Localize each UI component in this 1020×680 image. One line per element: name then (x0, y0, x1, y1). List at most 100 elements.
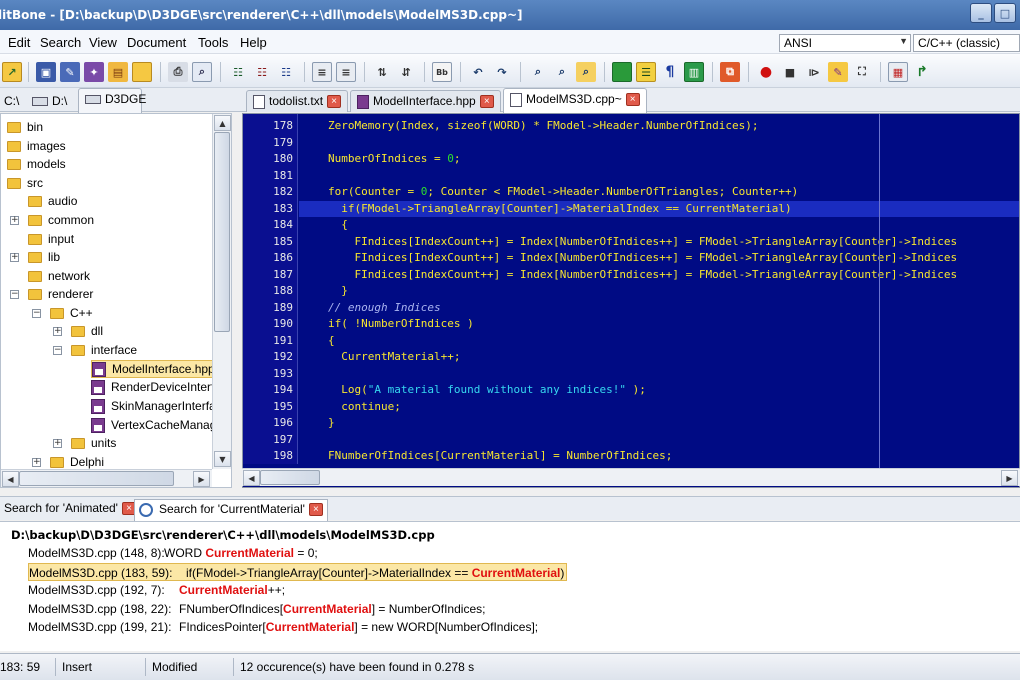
drive-tab-d[interactable]: D:\ (28, 91, 71, 112)
stop-macro-icon[interactable]: ■ (780, 62, 800, 82)
tree-item[interactable]: units (71, 434, 116, 452)
collapse-icon[interactable]: − (53, 346, 62, 355)
expand-icon[interactable]: + (32, 458, 41, 467)
play-macro-icon[interactable]: ⧐ (804, 62, 824, 82)
redo-icon[interactable]: ↷ (492, 62, 512, 82)
result-row-selected[interactable]: ModelMS3D.cpp (183, 59): if(FModel->Trian… (28, 562, 568, 581)
menu-document[interactable]: Document (127, 35, 186, 50)
block-comment-icon[interactable]: ☷ (276, 62, 296, 82)
drive-tab-c[interactable]: C:\ (0, 91, 23, 112)
line-numbers-icon[interactable]: ☰ (636, 62, 656, 82)
result-row[interactable]: ModelMS3D.cpp (199, 21): FIndicesPointer[… (28, 618, 538, 636)
result-row[interactable]: ModelMS3D.cpp (198, 22): FNumberOfIndices… (28, 600, 485, 618)
find-icon[interactable]: ⌕ (528, 62, 548, 82)
tree-item[interactable]: network (28, 267, 90, 285)
expand-icon[interactable]: + (10, 253, 19, 262)
menu-view[interactable]: View (89, 35, 117, 50)
tree-item-selected[interactable]: ModelInterface.hpp (91, 360, 218, 378)
options-icon[interactable]: ▦ (888, 62, 908, 82)
tree-item[interactable]: bin (7, 118, 43, 136)
close-icon[interactable]: × (625, 93, 640, 107)
expand-icon[interactable]: + (53, 439, 62, 448)
macro-folder-icon[interactable]: ✎ (828, 62, 848, 82)
tree-item[interactable]: VertexCacheManag (91, 416, 216, 434)
compare-icon[interactable]: ⧉ (720, 62, 740, 82)
close-icon[interactable]: × (308, 503, 323, 517)
save-icon[interactable]: ▣ (36, 62, 56, 82)
menu-search[interactable]: Search (40, 35, 81, 50)
scroll-up-icon[interactable]: ▲ (214, 115, 231, 131)
tree-item[interactable]: models (7, 155, 66, 173)
result-row[interactable]: ModelMS3D.cpp (192, 7): CurrentMaterial++… (28, 581, 285, 599)
replace-icon[interactable]: ⌕ (552, 62, 572, 82)
find-in-files-icon[interactable]: ⌕ (576, 62, 596, 82)
language-select[interactable]: C/C++ (classic) (913, 34, 1020, 52)
file-tab-todolist[interactable]: todolist.txt × (246, 90, 349, 112)
pilcrow-icon[interactable]: ¶ (660, 62, 680, 82)
scrollbar-thumb[interactable] (214, 132, 230, 332)
expand-icon[interactable]: + (53, 327, 62, 336)
scroll-left-icon[interactable]: ◀ (243, 470, 260, 486)
tab-to-space-icon[interactable]: ≡ (312, 62, 332, 82)
toggle-gutter-icon[interactable] (612, 62, 632, 82)
drive-tab-d3dge[interactable]: D3DGE (78, 88, 146, 113)
tree-vertical-scrollbar[interactable]: ▲ ▼ (212, 114, 231, 469)
sort-descending-icon[interactable]: ⇵ (396, 62, 416, 82)
tree-item[interactable]: SkinManagerInterfa (91, 397, 216, 415)
search-tab-animated[interactable]: Search for 'Animated' × (0, 499, 140, 519)
tree-item[interactable]: renderer (28, 285, 93, 303)
close-icon[interactable]: × (479, 95, 494, 109)
minimize-button[interactable]: _ (970, 3, 992, 23)
open-file-icon[interactable]: ▤ (108, 62, 128, 82)
result-row[interactable]: ModelMS3D.cpp (148, 8):WORD CurrentMater… (28, 544, 318, 562)
block-unindent-icon[interactable]: ☷ (252, 62, 272, 82)
block-indent-icon[interactable]: ☷ (228, 62, 248, 82)
print-preview-icon[interactable]: ⌕ (192, 62, 212, 82)
folder-icon[interactable] (132, 62, 152, 82)
sort-ascending-icon[interactable]: ⇅ (372, 62, 392, 82)
tree-item[interactable]: dll (71, 322, 103, 340)
collapse-icon[interactable]: − (10, 290, 19, 299)
tree-item[interactable]: audio (28, 192, 77, 210)
menu-edit[interactable]: Edit (8, 35, 30, 50)
scroll-right-icon[interactable]: ▶ (193, 471, 210, 487)
scroll-right-icon[interactable]: ▶ (1001, 470, 1018, 486)
editor-horizontal-scrollbar[interactable]: ◀ ▶ (242, 468, 1020, 486)
tree-item[interactable]: lib (28, 248, 60, 266)
scroll-left-icon[interactable]: ◀ (2, 471, 19, 487)
scroll-down-icon[interactable]: ▼ (214, 451, 231, 467)
tree-item[interactable]: RenderDeviceInterf (91, 378, 214, 396)
open-folder-icon[interactable]: ↗ (2, 62, 22, 82)
code-editor[interactable]: 178 179 180 181 182 183 184 185 186 187 188 189 190 1… (242, 113, 1020, 488)
tree-item[interactable]: interface (71, 341, 137, 359)
space-to-tab-icon[interactable]: ≡ (336, 62, 356, 82)
menu-tools[interactable]: Tools (198, 35, 228, 50)
run-icon[interactable]: ↱ (912, 62, 932, 82)
scrollbar-thumb[interactable] (260, 470, 320, 485)
scrollbar-thumb[interactable] (19, 471, 174, 486)
tree-item[interactable]: C++ (50, 304, 93, 322)
close-icon[interactable]: × (327, 95, 342, 109)
menu-help[interactable]: Help (240, 35, 267, 50)
tree-item[interactable]: src (7, 174, 43, 192)
file-tab-modelinterface[interactable]: ModelInterface.hpp × (350, 90, 501, 112)
collapse-icon[interactable]: − (32, 309, 41, 318)
file-tab-modelms3d[interactable]: ModelMS3D.cpp~ × (503, 88, 647, 113)
print-icon[interactable]: ⎙ (168, 62, 188, 82)
tree-item[interactable]: input (28, 230, 74, 248)
word-wrap-icon[interactable]: ▥ (684, 62, 704, 82)
tree-horizontal-scrollbar[interactable]: ◀ ▶ (1, 469, 212, 487)
expand-icon[interactable]: + (10, 216, 19, 225)
column-mode-icon[interactable]: Bb (432, 62, 452, 82)
encoding-select[interactable]: ANSI ▼ (779, 34, 911, 52)
search-tab-currentmaterial[interactable]: Search for 'CurrentMaterial' × (134, 499, 328, 521)
tree-item[interactable]: common (28, 211, 94, 229)
undo-icon[interactable]: ↶ (468, 62, 488, 82)
tree-item[interactable]: images (7, 137, 66, 155)
save-all-icon[interactable]: ✦ (84, 62, 104, 82)
maximize-button[interactable]: □ (994, 3, 1016, 23)
macro-list-icon[interactable]: ⛶ (852, 62, 872, 82)
save-as-icon[interactable]: ✎ (60, 62, 80, 82)
code-line: Log("A material found without any indice… (328, 383, 646, 396)
record-macro-icon[interactable]: ● (756, 62, 776, 82)
